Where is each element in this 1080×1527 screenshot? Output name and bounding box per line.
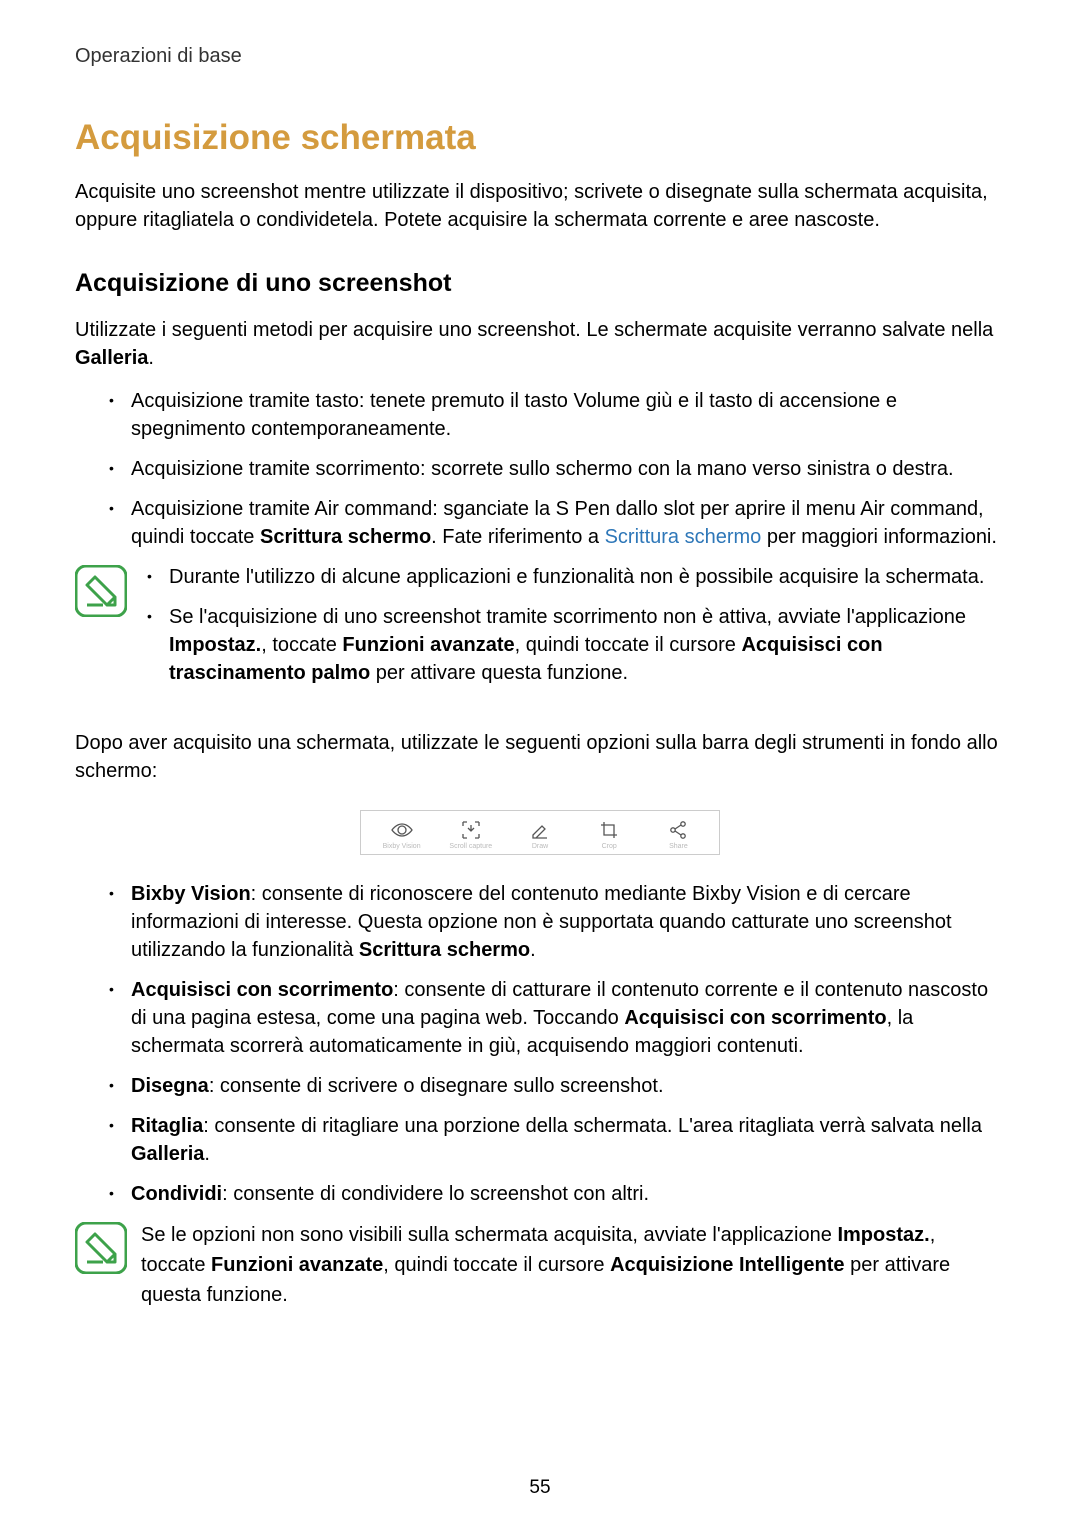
page-number: 55 <box>0 1477 1080 1499</box>
list-item: Condividi: consente di condividere lo sc… <box>103 1180 1005 1208</box>
text-bold: Bixby Vision <box>131 883 251 905</box>
text: . Fate riferimento a <box>431 526 604 548</box>
list-item: Acquisizione tramite tasto: tenete premu… <box>103 387 1005 443</box>
page-title: Acquisizione schermata <box>75 118 1005 158</box>
text-bold: Funzioni avanzate <box>342 634 514 656</box>
text: , quindi toccate il cursore <box>383 1254 610 1276</box>
list-item: Acquisisci con scorrimento: consente di … <box>103 976 1005 1060</box>
text-bold: Impostaz. <box>169 634 261 656</box>
text-bold: Acquisisci con scorrimento <box>131 979 393 1001</box>
text-bold: Acquisizione Intelligente <box>610 1254 844 1276</box>
text: . <box>204 1143 210 1165</box>
list-item: Disegna: consente di scrivere o disegnar… <box>103 1072 1005 1100</box>
text: : consente di scrivere o disegnare sullo… <box>209 1075 664 1097</box>
toolbar-item-crop: Crop <box>575 819 644 850</box>
crop-icon <box>575 819 644 841</box>
eye-icon <box>367 819 436 841</box>
screenshot-toolbar-image: Bixby Vision Scroll capture Draw <box>75 810 1005 855</box>
text-bold: Scrittura schermo <box>359 939 530 961</box>
text-bold: Funzioni avanzate <box>211 1254 383 1276</box>
text-bold: Ritaglia <box>131 1115 203 1137</box>
text-bold: Galleria <box>131 1143 204 1165</box>
pen-icon <box>505 819 574 841</box>
toolbar-label: Scroll capture <box>436 843 505 850</box>
breadcrumb: Operazioni di base <box>75 45 1005 68</box>
scroll-capture-icon <box>436 819 505 841</box>
text: . <box>148 347 154 369</box>
text-bold: Acquisisci con scorrimento <box>624 1007 886 1029</box>
list-item: Durante l'utilizzo di alcune applicazion… <box>141 563 1005 591</box>
share-icon <box>644 819 713 841</box>
note-list: Durante l'utilizzo di alcune applicazion… <box>141 563 1005 687</box>
list-item: Bixby Vision: consente di riconoscere de… <box>103 880 1005 964</box>
note-text: Se le opzioni non sono visibili sulla sc… <box>141 1220 1005 1310</box>
text-bold: Disegna <box>131 1075 209 1097</box>
text: : consente di riconoscere del contenuto … <box>131 883 952 961</box>
text: , quindi toccate il cursore <box>515 634 742 656</box>
method-list: Acquisizione tramite tasto: tenete premu… <box>75 387 1005 551</box>
list-item: Ritaglia: consente di ritagliare una por… <box>103 1112 1005 1168</box>
note-icon <box>75 565 127 617</box>
toolbar-item-bixby: Bixby Vision <box>367 819 436 850</box>
note-block: Durante l'utilizzo di alcune applicazion… <box>75 563 1005 699</box>
toolbar-label: Crop <box>575 843 644 850</box>
section-title: Acquisizione di uno screenshot <box>75 269 1005 298</box>
toolbar-item-share: Share <box>644 819 713 850</box>
toolbar-item-draw: Draw <box>505 819 574 850</box>
toolbar-label: Bixby Vision <box>367 843 436 850</box>
text-bold: Condividi <box>131 1183 222 1205</box>
section-lead: Utilizzate i seguenti metodi per acquisi… <box>75 316 1005 372</box>
text-bold: Impostaz. <box>837 1224 929 1246</box>
text-bold: Scrittura schermo <box>260 526 431 548</box>
toolbar-item-scroll: Scroll capture <box>436 819 505 850</box>
intro-paragraph: Acquisite uno screenshot mentre utilizza… <box>75 178 1005 234</box>
link-scrittura-schermo[interactable]: Scrittura schermo <box>605 526 762 548</box>
text: Se le opzioni non sono visibili sulla sc… <box>141 1224 837 1246</box>
text: : consente di condividere lo screenshot … <box>222 1183 649 1205</box>
list-item: Acquisizione tramite scorrimento: scorre… <box>103 455 1005 483</box>
text: per maggiori informazioni. <box>761 526 997 548</box>
note-block: Se le opzioni non sono visibili sulla sc… <box>75 1220 1005 1310</box>
text: : consente di ritagliare una porzione de… <box>203 1115 982 1137</box>
after-note-paragraph: Dopo aver acquisito una schermata, utili… <box>75 729 1005 785</box>
list-item: Acquisizione tramite Air command: sganci… <box>103 495 1005 551</box>
text-bold: Galleria <box>75 347 148 369</box>
list-item: Se l'acquisizione di uno screenshot tram… <box>141 603 1005 687</box>
note-icon <box>75 1222 127 1274</box>
toolbar-label: Draw <box>505 843 574 850</box>
text: . <box>530 939 536 961</box>
options-list: Bixby Vision: consente di riconoscere de… <box>75 880 1005 1208</box>
text: per attivare questa funzione. <box>370 662 628 684</box>
text: Se l'acquisizione di uno screenshot tram… <box>169 606 966 628</box>
toolbar-label: Share <box>644 843 713 850</box>
text: Utilizzate i seguenti metodi per acquisi… <box>75 319 993 341</box>
text: , toccate <box>261 634 342 656</box>
